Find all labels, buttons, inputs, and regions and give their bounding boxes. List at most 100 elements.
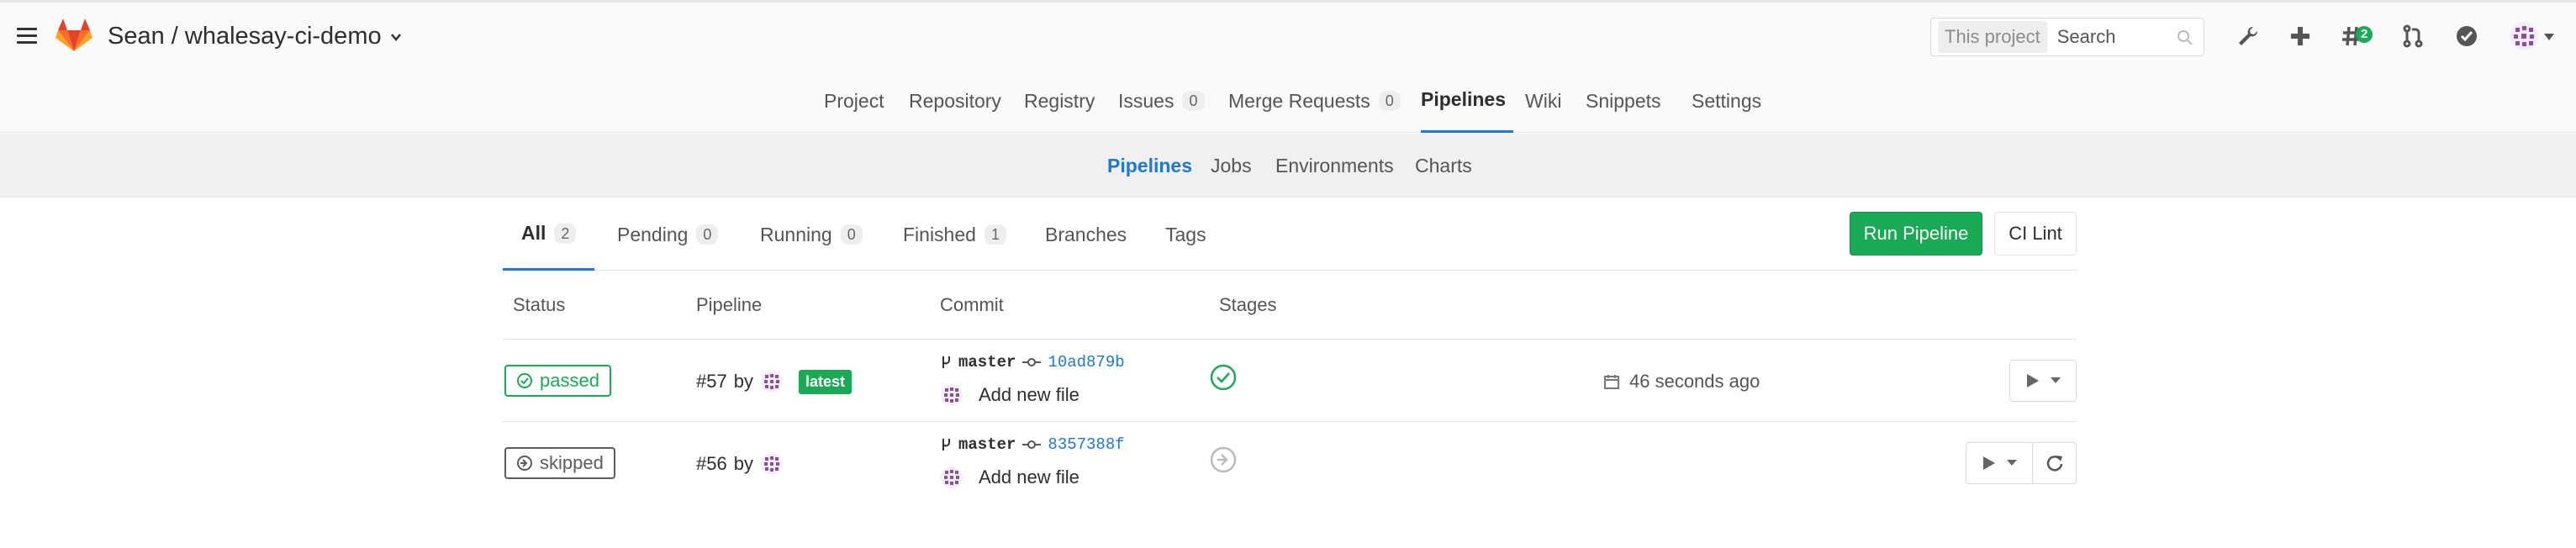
nav-issues[interactable]: Issues 0	[1118, 69, 1205, 133]
branch-name-link[interactable]: master	[958, 353, 1016, 371]
tab-label: Branches	[1045, 223, 1127, 245]
nav-label: Registry	[1024, 89, 1095, 112]
subnav-label: Jobs	[1211, 154, 1252, 177]
subnav-charts[interactable]: Charts	[1415, 134, 1472, 198]
tab-label: Running	[760, 223, 832, 245]
commit-sha-link[interactable]: 10ad879b	[1048, 353, 1124, 371]
pipeline-scope-tabs: All 2 Pending 0 Running 0 Finished 1 Bra…	[503, 198, 2077, 271]
user-avatar[interactable]	[760, 370, 784, 393]
user-avatar[interactable]	[940, 466, 963, 489]
nav-registry[interactable]: Registry	[1024, 69, 1095, 133]
subnav-label: Pipelines	[1107, 154, 1192, 177]
tab-count-badge: 1	[984, 224, 1006, 245]
todo-check-icon[interactable]	[2452, 21, 2482, 51]
search-scope-chip[interactable]: This project	[1938, 21, 2047, 53]
merge-request-icon[interactable]	[2398, 21, 2428, 51]
pipeline-number-link[interactable]: #56	[696, 453, 727, 475]
search-icon	[2177, 30, 2193, 45]
subnav-label: Environments	[1275, 154, 1394, 177]
tab-label: Pending	[617, 223, 689, 245]
gitlab-logo-icon[interactable]	[55, 18, 92, 53]
stage-success-icon[interactable]	[1209, 363, 1238, 392]
commit-icon	[1022, 358, 1042, 366]
branch-icon	[942, 356, 950, 368]
caret-down-icon[interactable]	[2544, 33, 2554, 41]
ci-lint-button[interactable]: CI Lint	[1994, 212, 2077, 256]
tab-finished[interactable]: Finished 1	[903, 198, 1006, 271]
caret-down-icon	[2007, 460, 2017, 466]
status-label: skipped	[540, 452, 604, 473]
search-input[interactable]	[2056, 26, 2183, 48]
stage-skipped-icon[interactable]	[1209, 445, 1238, 474]
commit-message-link[interactable]: Add new file	[979, 384, 1079, 406]
pipeline-number-link[interactable]: #57	[696, 371, 727, 393]
new-plus-icon[interactable]	[2285, 21, 2315, 51]
tab-running[interactable]: Running 0	[760, 198, 863, 271]
menu-icon[interactable]	[17, 28, 37, 45]
tab-tags[interactable]: Tags	[1165, 198, 1206, 271]
tab-branches[interactable]: Branches	[1045, 198, 1127, 271]
nav-snippets[interactable]: Snippets	[1586, 69, 1661, 133]
todo-count-badge: 2	[2356, 26, 2373, 43]
table-row: passed #57 by latest master 10ad879b Add…	[503, 340, 2077, 422]
tab-all[interactable]: All 2	[503, 198, 595, 271]
nav-wiki[interactable]: Wiki	[1525, 69, 1561, 133]
subnav-environments[interactable]: Environments	[1275, 134, 1394, 198]
pipeline-id: #56 by	[696, 447, 784, 481]
tab-count-badge: 0	[696, 224, 719, 245]
project-nav: Project Repository Registry Issues 0 Mer…	[0, 69, 2576, 133]
nav-pipelines[interactable]: Pipelines	[1421, 69, 1513, 133]
nav-project[interactable]: Project	[824, 69, 884, 133]
pipeline-by-text: by	[733, 371, 753, 392]
issues-count-badge: 0	[1182, 91, 1205, 111]
caret-down-icon	[2051, 377, 2061, 383]
pipelines-sub-nav: Pipelines Jobs Environments Charts	[0, 134, 2576, 198]
admin-wrench-icon[interactable]	[2233, 21, 2263, 51]
column-header-pipeline: Pipeline	[696, 294, 763, 315]
tab-label: All	[521, 222, 546, 244]
status-badge[interactable]: skipped	[504, 447, 615, 479]
user-avatar[interactable]	[2509, 21, 2539, 51]
project-title-text: Sean / whalesay-ci-demo	[108, 23, 382, 50]
nav-settings[interactable]: Settings	[1692, 69, 1761, 133]
nav-label: Merge Requests	[1228, 89, 1370, 112]
nav-label: Settings	[1692, 89, 1762, 112]
subnav-pipelines[interactable]: Pipelines	[1107, 134, 1192, 198]
user-avatar[interactable]	[940, 383, 963, 407]
commit-sha-link[interactable]: 8357388f	[1048, 435, 1124, 454]
commit-ref: master 8357388f	[940, 435, 1125, 454]
commit-icon	[1022, 440, 1042, 449]
pipeline-by-text: by	[733, 453, 753, 474]
commit-info: Add new file	[940, 466, 1079, 489]
status-badge[interactable]: passed	[504, 365, 611, 397]
manual-actions-dropdown-button[interactable]	[2009, 360, 2077, 402]
nav-label: Snippets	[1586, 89, 1661, 112]
calendar-icon	[1604, 375, 1619, 389]
user-avatar[interactable]	[760, 452, 784, 476]
pipelines-table-header: Status Pipeline Commit Stages	[503, 271, 2077, 340]
tab-count-badge: 2	[554, 223, 577, 244]
latest-badge: latest	[798, 369, 852, 394]
pipeline-actions	[2009, 360, 2077, 402]
time-ago-text: 46 seconds ago	[1629, 371, 1760, 392]
branch-icon	[942, 439, 950, 451]
project-title[interactable]: Sean / whalesay-ci-demo	[108, 23, 402, 50]
retry-button[interactable]	[2033, 442, 2077, 484]
status-skipped-icon	[517, 456, 532, 471]
run-pipeline-button[interactable]: Run Pipeline	[1850, 212, 1982, 256]
branch-name-link[interactable]: master	[958, 435, 1016, 454]
manual-actions-dropdown-button[interactable]	[1966, 442, 2033, 484]
status-success-icon	[517, 373, 532, 388]
tab-pending[interactable]: Pending 0	[617, 198, 719, 271]
nav-repository[interactable]: Repository	[909, 69, 1001, 133]
tab-label: Finished	[903, 223, 976, 245]
search-box[interactable]: This project	[1930, 18, 2204, 56]
subnav-label: Charts	[1415, 154, 1472, 177]
play-icon	[2027, 374, 2039, 387]
pipeline-id: #57 by latest	[696, 365, 852, 398]
column-header-commit: Commit	[940, 294, 1004, 315]
commit-message-link[interactable]: Add new file	[979, 466, 1079, 488]
nav-label: Issues	[1118, 89, 1175, 112]
subnav-jobs[interactable]: Jobs	[1211, 134, 1252, 198]
nav-merge-requests[interactable]: Merge Requests 0	[1228, 69, 1401, 133]
